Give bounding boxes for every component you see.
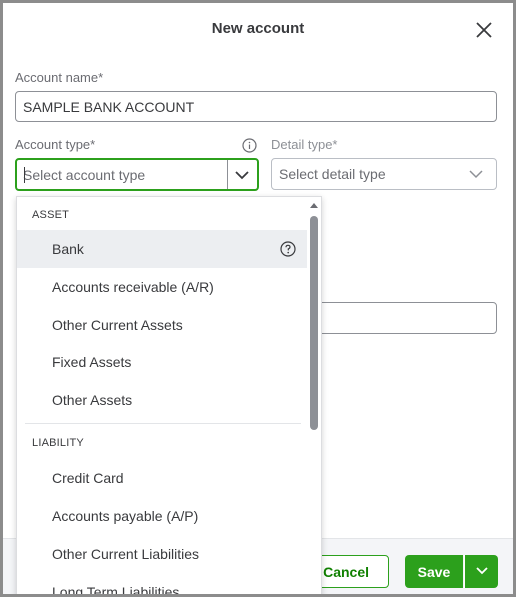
account-type-dropdown[interactable]: ASSET Bank Accounts receivable (A/R) Oth… — [16, 196, 322, 597]
chevron-down-icon — [469, 170, 483, 179]
help-icon[interactable] — [280, 241, 296, 257]
account-type-placeholder: Select account type — [23, 166, 146, 183]
option-label: Long Term Liabilities — [52, 584, 180, 597]
option-other-current-assets[interactable]: Other Current Assets — [17, 306, 307, 344]
scroll-up-arrow-icon[interactable] — [309, 201, 319, 209]
info-icon[interactable] — [242, 138, 257, 153]
dialog-title: New account — [211, 20, 305, 37]
option-other-current-liabilities[interactable]: Other Current Liabilities — [17, 535, 307, 573]
chevron-down-icon — [476, 567, 488, 575]
chevron-down-icon[interactable] — [233, 166, 251, 184]
account-type-label: Account type* — [15, 137, 96, 152]
close-icon — [476, 22, 492, 38]
dialog-header: New account — [3, 3, 513, 59]
close-button[interactable] — [473, 19, 495, 41]
group-header-asset: ASSET — [32, 209, 70, 221]
detail-type-label: Detail type* — [271, 137, 338, 152]
select-separator — [227, 160, 228, 189]
detail-type-select[interactable]: Select detail type — [271, 158, 497, 190]
detail-type-placeholder: Select detail type — [279, 166, 386, 182]
account-name-label: Account name* — [15, 70, 104, 85]
option-long-term-liabilities[interactable]: Long Term Liabilities — [17, 573, 307, 597]
text-caret — [24, 167, 25, 183]
new-account-dialog: New account Account name* SAMPLE BANK AC… — [0, 0, 516, 597]
account-name-input[interactable]: SAMPLE BANK ACCOUNT — [15, 91, 497, 122]
option-label: Fixed Assets — [52, 354, 132, 370]
option-label: Accounts receivable (A/R) — [52, 279, 214, 295]
option-label: Credit Card — [52, 470, 124, 486]
option-label: Other Current Assets — [52, 317, 183, 333]
option-label: Other Assets — [52, 392, 133, 408]
option-label: Accounts payable (A/P) — [52, 508, 199, 524]
group-header-liability: LIABILITY — [32, 437, 84, 449]
account-type-select[interactable]: Select account type — [15, 158, 259, 191]
option-credit-card[interactable]: Credit Card — [17, 459, 307, 497]
option-other-assets[interactable]: Other Assets — [17, 381, 307, 419]
option-fixed-assets[interactable]: Fixed Assets — [17, 343, 307, 381]
account-name-value: SAMPLE BANK ACCOUNT — [23, 98, 195, 115]
dropdown-scrollbar[interactable] — [310, 216, 318, 430]
option-accounts-receivable[interactable]: Accounts receivable (A/R) — [17, 268, 307, 306]
save-button[interactable]: Save — [405, 555, 463, 588]
save-options-button[interactable] — [464, 555, 498, 588]
obscured-input[interactable] — [303, 302, 497, 334]
option-label: Bank — [52, 241, 84, 257]
option-accounts-payable[interactable]: Accounts payable (A/P) — [17, 497, 307, 535]
option-label: Other Current Liabilities — [52, 546, 200, 562]
option-bank[interactable]: Bank — [17, 230, 307, 268]
group-divider — [25, 423, 301, 424]
